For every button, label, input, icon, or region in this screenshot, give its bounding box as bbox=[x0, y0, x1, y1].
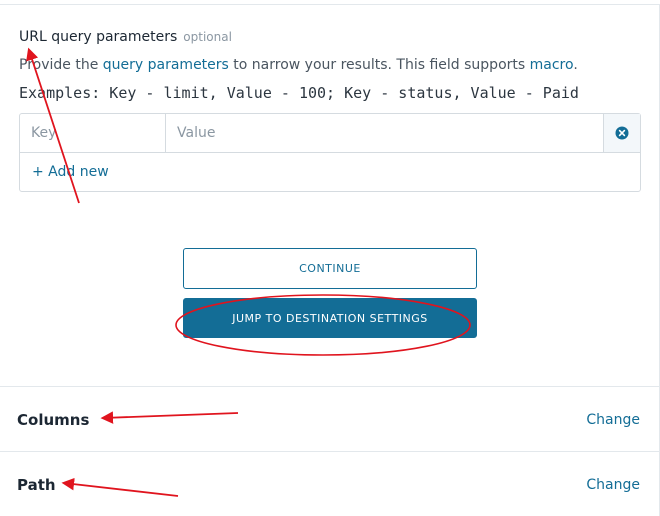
add-new-button[interactable]: + Add new bbox=[32, 164, 109, 180]
columns-title: Columns bbox=[17, 411, 90, 429]
columns-section: Columns Change bbox=[0, 386, 660, 451]
url-params-title-text: URL query parameters bbox=[19, 29, 178, 45]
clear-circle-icon bbox=[615, 126, 629, 140]
url-params-title: URL query parameters optional bbox=[19, 29, 232, 45]
macro-link[interactable]: macro bbox=[530, 57, 574, 73]
desc-middle: to narrow your results. This field suppo… bbox=[228, 57, 530, 73]
key-value-editor: + Add new bbox=[19, 113, 641, 192]
jump-to-destination-settings-button[interactable]: JUMP TO DESTINATION SETTINGS bbox=[183, 298, 477, 338]
url-params-description: Provide the query parameters to narrow y… bbox=[19, 57, 578, 73]
remove-row-button[interactable] bbox=[603, 114, 640, 152]
desc-suffix: . bbox=[573, 57, 578, 73]
value-cell bbox=[166, 114, 603, 152]
key-cell bbox=[20, 114, 166, 152]
key-input[interactable] bbox=[20, 114, 165, 152]
optional-label: optional bbox=[183, 30, 232, 44]
path-section: Path Change bbox=[0, 451, 660, 516]
key-value-row bbox=[20, 114, 640, 153]
value-input[interactable] bbox=[166, 114, 603, 152]
continue-button[interactable]: CONTINUE bbox=[183, 248, 477, 289]
query-parameters-link[interactable]: query parameters bbox=[103, 57, 229, 73]
desc-prefix: Provide the bbox=[19, 57, 103, 73]
path-change-link[interactable]: Change bbox=[586, 477, 640, 493]
columns-change-link[interactable]: Change bbox=[586, 412, 640, 428]
examples-text: Examples: Key - limit, Value - 100; Key … bbox=[19, 84, 579, 102]
path-title: Path bbox=[17, 476, 56, 494]
